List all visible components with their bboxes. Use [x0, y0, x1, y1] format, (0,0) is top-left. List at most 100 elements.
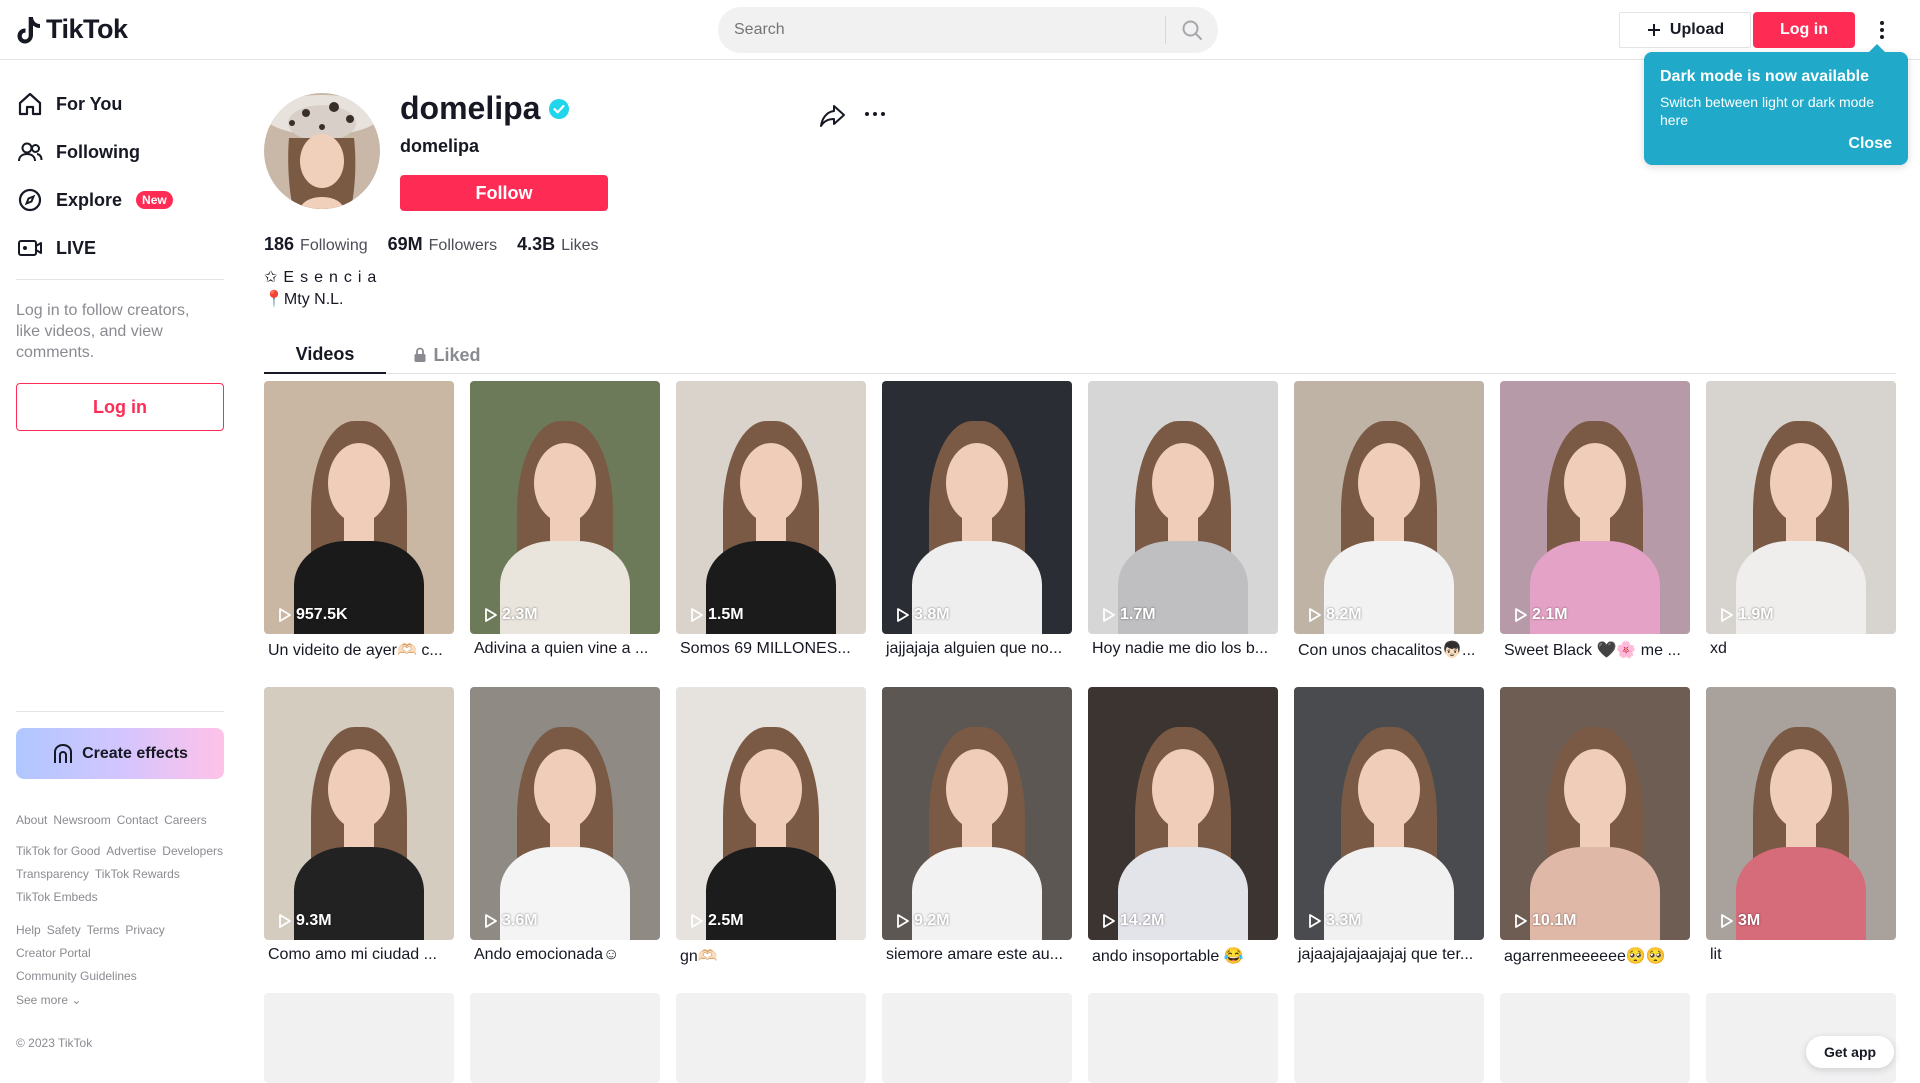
tab-liked[interactable]: Liked	[386, 336, 508, 374]
get-app-button[interactable]: Get app	[1806, 1036, 1894, 1068]
footer-link[interactable]: Newsroom	[53, 810, 110, 831]
video-thumbnail[interactable]: 2.3M	[470, 381, 660, 634]
video-thumbnail[interactable]: 957.5K	[264, 381, 454, 634]
video-card[interactable]: 2.3M Adivina a quien vine a ...	[470, 381, 660, 658]
video-card[interactable]: 14.2M ando insoportable 😂	[1088, 687, 1278, 966]
tooltip-body: Switch between light or dark mode here	[1660, 94, 1874, 128]
video-card[interactable]: 10.1M agarrenmeeeeee🥺🥺	[1500, 687, 1690, 966]
video-card[interactable]: 3.8M jajjajaja alguien que no...	[882, 381, 1072, 658]
sidebar-login-button[interactable]: Log in	[16, 383, 224, 431]
stat-following[interactable]: 186 Following	[264, 234, 368, 255]
video-caption[interactable]: Sweet Black 🖤🌸 me ...	[1500, 640, 1686, 660]
create-effects-button[interactable]: Create effects	[16, 728, 224, 779]
create-effects-label: Create effects	[82, 744, 188, 762]
video-thumbnail[interactable]: 3.8M	[882, 381, 1072, 634]
video-caption[interactable]: xd	[1706, 640, 1892, 658]
footer-link[interactable]: Careers	[164, 810, 207, 831]
footer-link[interactable]: Developers	[162, 841, 223, 862]
video-caption[interactable]: Hoy nadie me dio los b...	[1088, 640, 1274, 658]
video-thumbnail[interactable]: 3.6M	[470, 687, 660, 940]
video-caption[interactable]: gn🫶🏻	[676, 946, 862, 966]
video-caption[interactable]: siemore amare este au...	[882, 946, 1068, 964]
footer-link[interactable]: Safety	[47, 920, 81, 941]
footer-link[interactable]: TikTok Rewards	[95, 864, 180, 885]
footer-link[interactable]: TikTok for Good	[16, 841, 100, 862]
verified-badge-icon	[549, 98, 570, 119]
video-card[interactable]: 9.2M siemore amare este au...	[882, 687, 1072, 964]
footer-link[interactable]: Creator Portal	[16, 943, 216, 964]
tooltip-close-button[interactable]: Close	[1848, 135, 1892, 153]
video-thumbnail[interactable]: 9.2M	[882, 687, 1072, 940]
video-thumbnail[interactable]: 1.5M	[676, 381, 866, 634]
video-thumbnail[interactable]: 10.1M	[1500, 687, 1690, 940]
video-thumbnail[interactable]: 3M	[1706, 687, 1896, 940]
video-thumbnail[interactable]: 1.7M	[1088, 381, 1278, 634]
tiktok-logo[interactable]: TikTok	[16, 14, 128, 45]
video-caption[interactable]: Un videito de ayer🫶🏻 c...	[264, 640, 450, 660]
video-placeholder	[264, 993, 454, 1083]
video-caption[interactable]: Somos 69 MILLONES...	[676, 640, 862, 658]
video-caption[interactable]: Con unos chacalitos👦🏻...	[1294, 640, 1480, 660]
video-caption[interactable]: Ando emocionada☺︎	[470, 946, 656, 964]
upload-button[interactable]: Upload	[1619, 12, 1751, 48]
footer-link[interactable]: TikTok Embeds	[16, 887, 98, 908]
sidebar-divider	[16, 711, 224, 712]
search-input[interactable]	[718, 21, 1165, 39]
nav-explore[interactable]: Explore New	[16, 180, 173, 220]
video-card[interactable]: 8.2M Con unos chacalitos👦🏻...	[1294, 381, 1484, 660]
see-more-link[interactable]: See more ⌄	[16, 993, 81, 1007]
video-caption[interactable]: agarrenmeeeeee🥺🥺	[1500, 946, 1686, 966]
nav-live[interactable]: LIVE	[16, 228, 96, 268]
video-thumbnail[interactable]: 9.3M	[264, 687, 454, 940]
nav-for-you[interactable]: For You	[16, 84, 122, 124]
footer-link[interactable]: Contact	[117, 810, 158, 831]
copyright: © 2023 TikTok	[16, 1036, 93, 1050]
video-placeholder	[1294, 993, 1484, 1083]
more-menu-icon[interactable]	[1870, 16, 1894, 44]
bio-line: ✩Esencia	[264, 269, 383, 286]
video-card[interactable]: 1.7M Hoy nadie me dio los b...	[1088, 381, 1278, 658]
video-card[interactable]: 9.3M Como amo mi ciudad ...	[264, 687, 454, 964]
nav-following[interactable]: Following	[16, 132, 140, 172]
search-bar[interactable]	[718, 7, 1218, 53]
video-caption[interactable]: ando insoportable 😂	[1088, 946, 1274, 966]
video-thumbnail[interactable]: 8.2M	[1294, 381, 1484, 634]
footer-link[interactable]: Community Guidelines	[16, 966, 137, 987]
more-options-icon[interactable]	[862, 106, 888, 122]
share-icon[interactable]	[818, 100, 848, 130]
view-count: 1.7M	[1102, 606, 1156, 624]
view-count: 10.1M	[1514, 912, 1576, 930]
video-thumbnail[interactable]: 14.2M	[1088, 687, 1278, 940]
footer-link[interactable]: About	[16, 810, 47, 831]
video-caption[interactable]: jajaajajajaajajaj que ter...	[1294, 946, 1480, 964]
video-thumbnail[interactable]: 2.1M	[1500, 381, 1690, 634]
video-caption[interactable]: lit	[1706, 946, 1892, 964]
footer-link[interactable]: Help	[16, 920, 41, 941]
follow-button[interactable]: Follow	[400, 175, 608, 211]
video-thumbnail[interactable]: 2.5M	[676, 687, 866, 940]
video-caption[interactable]: jajjajaja alguien que no...	[882, 640, 1068, 658]
video-thumbnail[interactable]: 3.3M	[1294, 687, 1484, 940]
video-card[interactable]: 3.6M Ando emocionada☺︎	[470, 687, 660, 964]
stat-followers[interactable]: 69M Followers	[388, 234, 497, 255]
footer-link[interactable]: Advertise	[106, 841, 156, 862]
video-card[interactable]: 1.9M xd	[1706, 381, 1896, 658]
footer-link[interactable]: Terms	[87, 920, 120, 941]
thumbnail-figure	[534, 749, 596, 829]
video-card[interactable]: 1.5M Somos 69 MILLONES...	[676, 381, 866, 658]
video-thumbnail[interactable]: 1.9M	[1706, 381, 1896, 634]
video-card[interactable]: 2.1M Sweet Black 🖤🌸 me ...	[1500, 381, 1690, 660]
video-caption[interactable]: Adivina a quien vine a ...	[470, 640, 656, 658]
play-icon	[1721, 608, 1733, 622]
avatar[interactable]	[264, 93, 380, 209]
video-caption[interactable]: Como amo mi ciudad ...	[264, 946, 450, 964]
search-button[interactable]	[1166, 7, 1218, 53]
video-card[interactable]: 3.3M jajaajajajaajajaj que ter...	[1294, 687, 1484, 964]
video-card[interactable]: 2.5M gn🫶🏻	[676, 687, 866, 966]
video-card[interactable]: 3M lit	[1706, 687, 1896, 964]
tab-videos[interactable]: Videos	[264, 336, 386, 374]
header-login-button[interactable]: Log in	[1753, 12, 1855, 48]
footer-link[interactable]: Transparency	[16, 864, 89, 885]
footer-link[interactable]: Privacy	[125, 920, 164, 941]
video-card[interactable]: 957.5K Un videito de ayer🫶🏻 c...	[264, 381, 454, 660]
